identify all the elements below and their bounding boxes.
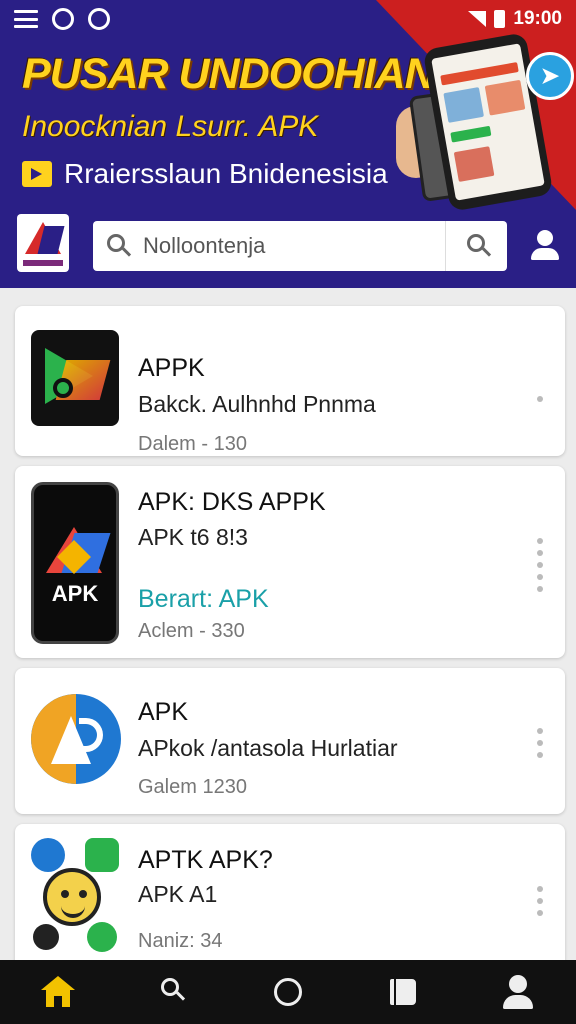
app-subtitle: APkok /antasola Hurlatiar bbox=[138, 735, 398, 761]
search-bar[interactable]: Nolloontenja bbox=[93, 221, 507, 271]
search-nav-icon[interactable] bbox=[143, 962, 203, 1022]
app-icon-label: APK bbox=[51, 581, 99, 606]
app-subtitle: Bakck. Aulhnhd Pnnma bbox=[138, 391, 376, 417]
app-icon bbox=[31, 838, 119, 956]
app-title: APTK APK? bbox=[138, 846, 273, 874]
app-meta: Naniz: 34 bbox=[138, 930, 223, 952]
profile-icon[interactable] bbox=[488, 962, 548, 1022]
status-time: 19:00 bbox=[513, 8, 562, 29]
app-card[interactable]: APK APkok /antasola Hurlatiar Galem 1230 bbox=[15, 668, 565, 814]
app-card[interactable]: APPK Bakck. Aulhnhd Pnnma Dalem - 130 bbox=[15, 306, 565, 456]
home-icon[interactable] bbox=[28, 962, 88, 1022]
status-bar: 19:00 bbox=[0, 0, 576, 38]
app-status-icon bbox=[52, 8, 74, 30]
search-placeholder[interactable]: Nolloontenja bbox=[143, 233, 445, 259]
banner-tagline-text: Rraiersslaun Bnidenesisia bbox=[64, 158, 388, 189]
header: 19:00 PUSAR UNDOOHIAN Inoocknian Lsurr. … bbox=[0, 0, 576, 288]
user-icon[interactable] bbox=[528, 228, 564, 264]
bottom-nav bbox=[0, 960, 576, 1024]
app-card[interactable]: APTK APK? APK A1 Naniz: 34 bbox=[15, 824, 565, 960]
book-icon[interactable] bbox=[373, 962, 433, 1022]
play-flag-icon bbox=[22, 161, 52, 187]
app-accent-label: Berart: APK bbox=[138, 585, 269, 613]
circle-icon[interactable] bbox=[258, 962, 318, 1022]
app-title: APK: DKS APPK bbox=[138, 488, 326, 516]
app-icon bbox=[31, 330, 119, 426]
search-row: Nolloontenja bbox=[0, 212, 576, 282]
menu-icon[interactable] bbox=[14, 10, 38, 28]
app-card[interactable]: APK APK: DKS APPK APK t6 8!3 Berart: APK… bbox=[15, 466, 565, 658]
app-logo-icon[interactable] bbox=[17, 214, 69, 272]
banner-subtitle: Inoocknian Lsurr. APK bbox=[22, 110, 319, 143]
banner-tagline: Rraiersslaun Bnidenesisia bbox=[22, 158, 388, 190]
app-icon bbox=[31, 694, 121, 784]
more-vert-icon[interactable] bbox=[535, 538, 545, 592]
app-title: APPK bbox=[138, 354, 205, 382]
app-list: APPK Bakck. Aulhnhd Pnnma Dalem - 130 AP… bbox=[0, 288, 576, 960]
search-button[interactable] bbox=[445, 221, 507, 271]
app-title: APK bbox=[138, 698, 189, 726]
app-meta: Dalem - 130 bbox=[138, 433, 247, 455]
battery-icon bbox=[494, 10, 506, 28]
banner-title: PUSAR UNDOOHIAN bbox=[22, 50, 436, 98]
signal-icon bbox=[468, 11, 487, 27]
apk-app-icon: APK bbox=[31, 482, 119, 644]
banner-phones-illustration: ➤ bbox=[396, 32, 574, 212]
app-subtitle: APK A1 bbox=[138, 881, 218, 907]
app-meta: Galem 1230 bbox=[138, 776, 247, 798]
search-button-icon bbox=[467, 234, 485, 252]
more-vert-icon[interactable] bbox=[535, 728, 545, 758]
more-vert-icon[interactable] bbox=[535, 886, 545, 916]
app-subtitle: APK t6 8!3 bbox=[138, 524, 248, 550]
search-icon bbox=[93, 221, 143, 271]
more-vert-icon[interactable] bbox=[535, 396, 545, 402]
share-icon: ➤ bbox=[526, 52, 574, 100]
app-status-icon-2 bbox=[88, 8, 110, 30]
app-meta: Aclem - 330 bbox=[138, 620, 245, 642]
